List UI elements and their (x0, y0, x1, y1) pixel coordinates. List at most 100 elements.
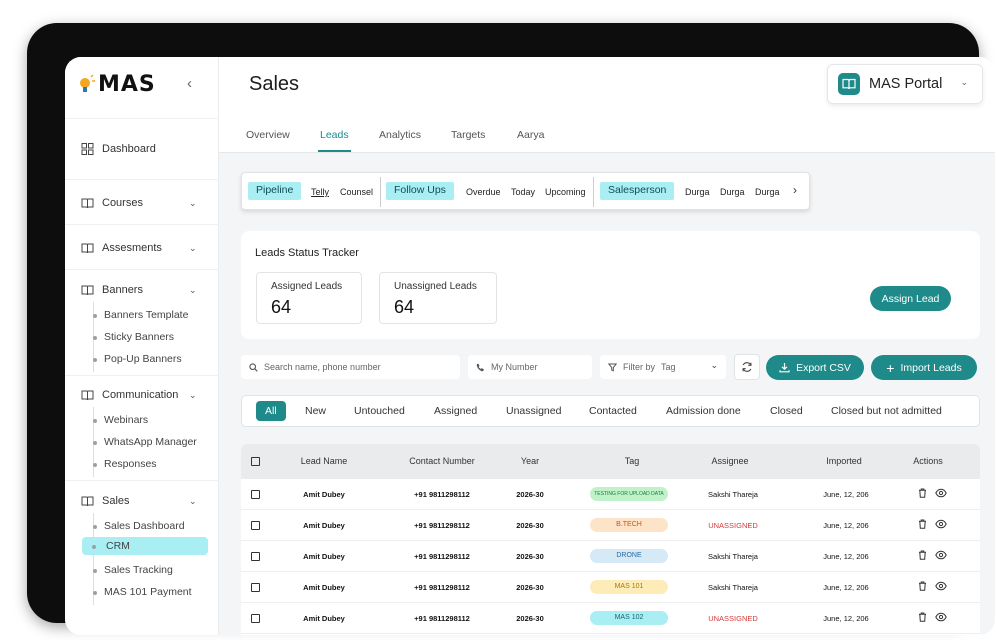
sidebar-item-sales[interactable]: Sales ⌄ (81, 495, 197, 507)
eye-icon[interactable] (935, 550, 947, 560)
trash-icon[interactable] (918, 488, 927, 498)
eye-icon[interactable] (935, 581, 947, 591)
chevron-down-icon[interactable]: ⌄ (189, 243, 197, 254)
chevron-right-icon[interactable]: › (793, 183, 797, 197)
table-row[interactable]: Amit Dubey +91 9811298112 2026-30 B.TECH… (241, 510, 980, 541)
chevron-down-icon[interactable]: ⌄ (189, 285, 197, 296)
sidebar-subitem[interactable]: Sales Dashboard (93, 520, 185, 532)
status-tab-assigned[interactable]: Assigned (434, 405, 477, 417)
export-csv-button[interactable]: Export CSV (766, 355, 864, 380)
row-checkbox[interactable] (251, 552, 260, 561)
column-header[interactable]: Lead Name (301, 456, 348, 466)
followup-item[interactable]: Overdue (466, 187, 501, 197)
row-checkbox[interactable] (251, 583, 260, 592)
select-all-checkbox[interactable] (251, 457, 260, 466)
chevron-down-icon[interactable]: ⌄ (189, 198, 197, 209)
column-header[interactable]: Contact Number (409, 456, 475, 466)
sidebar-subitem[interactable]: Sticky Banners (92, 331, 174, 343)
trash-icon[interactable] (918, 612, 927, 622)
sidebar-subitem[interactable]: Banners Template (92, 309, 188, 321)
status-tab-new[interactable]: New (305, 405, 326, 417)
trash-icon[interactable] (918, 581, 927, 591)
eye-icon[interactable] (935, 519, 947, 529)
followup-item[interactable]: Today (511, 187, 535, 197)
column-header[interactable]: Year (521, 456, 539, 466)
sidebar-subitem[interactable]: Sales Tracking (93, 564, 173, 576)
filter-icon (608, 363, 617, 372)
followups-chip[interactable]: Follow Ups (386, 182, 454, 200)
refresh-button[interactable] (734, 354, 760, 380)
status-tab-untouched[interactable]: Untouched (354, 405, 405, 417)
book-icon (81, 243, 94, 254)
tag-badge: B.TECH (590, 518, 668, 532)
year: 2026-30 (516, 552, 544, 561)
device-frame: MAS ‹ Dashboard Courses ⌄ Assesments ⌄ B… (27, 23, 995, 635)
salesperson-item[interactable]: Durga (720, 187, 745, 197)
eye-icon[interactable] (935, 488, 947, 498)
eye-icon[interactable] (935, 612, 947, 622)
table-row[interactable]: Amit Dubey +91 9811298112 2026-30 TESTIN… (241, 479, 980, 510)
status-tab-admission-done[interactable]: Admission done (666, 405, 741, 417)
status-tab-unassigned[interactable]: Unassigned (506, 405, 561, 417)
import-label: Import Leads (900, 361, 962, 374)
tab-aarya[interactable]: Aarya (517, 129, 544, 141)
number-placeholder: My Number (491, 362, 538, 372)
sidebar-subitem-active[interactable]: CRM (82, 537, 208, 555)
logo[interactable]: MAS (77, 72, 156, 97)
book-icon (81, 496, 94, 507)
number-input[interactable]: My Number (468, 355, 592, 379)
row-checkbox[interactable] (251, 614, 260, 623)
status-tab-contacted[interactable]: Contacted (589, 405, 637, 417)
divider (65, 480, 219, 481)
sidebar-subitem[interactable]: Responses (93, 458, 157, 470)
tab-overview[interactable]: Overview (246, 129, 290, 141)
filter-value: Tag (661, 362, 676, 372)
table-row[interactable]: Amit Dubey +91 9811298112 2026-30 MAS 10… (241, 572, 980, 603)
followup-item[interactable]: Upcoming (545, 187, 586, 197)
book-open-icon (838, 73, 860, 95)
lead-name: Amit Dubey (303, 583, 345, 592)
sidebar-subitem[interactable]: Pop-Up Banners (93, 353, 182, 365)
sidebar-item-banners[interactable]: Banners ⌄ (81, 284, 197, 296)
salesperson-item[interactable]: Durga (685, 187, 710, 197)
chevron-down-icon[interactable]: ⌄ (189, 390, 197, 401)
tab-analytics[interactable]: Analytics (379, 129, 421, 141)
collapse-sidebar-icon[interactable]: ‹ (187, 75, 192, 92)
chevron-down-icon[interactable]: ⌄ (189, 496, 197, 507)
tab-leads[interactable]: Leads (318, 129, 351, 152)
tab-targets[interactable]: Targets (451, 129, 485, 141)
sidebar-subitem[interactable]: Webinars (92, 414, 148, 426)
status-tab-closed-not-admitted[interactable]: Closed but not admitted (831, 405, 942, 417)
assign-lead-button[interactable]: Assign Lead (870, 286, 951, 311)
tag-filter-select[interactable]: Filter by Tag ⌄ (600, 355, 726, 379)
chevron-down-icon: ⌄ (710, 360, 718, 370)
column-header[interactable]: Tag (625, 456, 640, 466)
row-checkbox[interactable] (251, 521, 260, 530)
status-tab-closed[interactable]: Closed (770, 405, 803, 417)
column-header[interactable]: Imported (826, 456, 862, 466)
sidebar-item-communication[interactable]: Communication ⌄ (81, 389, 197, 401)
sidebar-subitem[interactable]: MAS 101 Payment (93, 586, 192, 598)
divider (65, 269, 219, 270)
salesperson-item[interactable]: Durga (755, 187, 780, 197)
portal-selector[interactable]: MAS Portal ⌄ (827, 64, 983, 104)
pipeline-item[interactable]: Telly (311, 187, 329, 197)
status-tab-all[interactable]: All (256, 401, 286, 421)
table-row[interactable]: Amit Dubey +91 9811298112 2026-30 MAS 10… (241, 603, 980, 634)
sidebar-item-assesments[interactable]: Assesments ⌄ (81, 242, 197, 254)
sidebar-item-label: Assesments (102, 242, 162, 254)
salesperson-chip[interactable]: Salesperson (600, 182, 675, 200)
sidebar-item-dashboard[interactable]: Dashboard (81, 143, 156, 155)
column-header[interactable]: Assignee (711, 456, 748, 466)
trash-icon[interactable] (918, 550, 927, 560)
assignee: Sakshi Thareja (708, 552, 758, 561)
sidebar-item-courses[interactable]: Courses ⌄ (81, 197, 197, 209)
sidebar-subitem[interactable]: WhatsApp Manager (93, 436, 197, 448)
row-checkbox[interactable] (251, 490, 260, 499)
trash-icon[interactable] (918, 519, 927, 529)
pipeline-item[interactable]: Counsel (340, 187, 373, 197)
pipeline-chip[interactable]: Pipeline (248, 182, 302, 200)
search-input[interactable]: Search name, phone number (241, 355, 460, 379)
import-leads-button[interactable]: + Import Leads (871, 355, 977, 380)
table-row[interactable]: Amit Dubey +91 9811298112 2026-30 DRONE … (241, 541, 980, 572)
